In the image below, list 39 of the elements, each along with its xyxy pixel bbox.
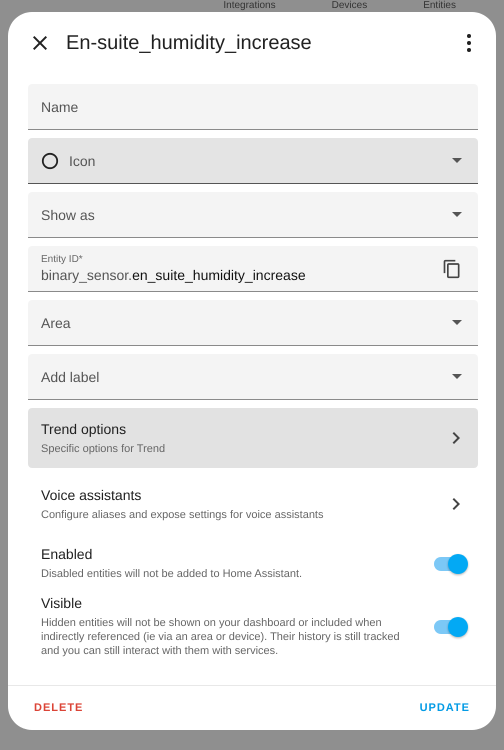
toggle-switch[interactable] bbox=[434, 620, 466, 634]
toggle-switch[interactable] bbox=[434, 556, 466, 570]
settings-row[interactable]: Voice assistants Configure aliases and expose settings for voice assistants bbox=[28, 476, 478, 532]
input-field[interactable]: Name bbox=[28, 84, 478, 130]
row-title: Trend options bbox=[41, 420, 128, 436]
background-tab-label: Integrations bbox=[223, 0, 276, 12]
background-tab-label: Entities bbox=[423, 0, 456, 12]
field-label: Name bbox=[41, 98, 80, 114]
more-icon[interactable] bbox=[466, 34, 472, 52]
row-title: Voice assistants bbox=[41, 486, 142, 502]
input-field[interactable]: Add label bbox=[28, 354, 478, 400]
toggle-title: Visible bbox=[41, 595, 83, 611]
field-label: Area bbox=[41, 314, 72, 330]
delete-button[interactable]: DELETE bbox=[18, 694, 100, 722]
dropdown-caret-icon bbox=[452, 374, 462, 379]
field-label: Add label bbox=[41, 368, 100, 384]
chevron-right-icon bbox=[452, 432, 460, 444]
field-label: Icon bbox=[69, 152, 96, 168]
dropdown-caret-icon bbox=[452, 212, 462, 217]
settings-row[interactable]: Trend options Specific options for Trend bbox=[28, 408, 478, 468]
copy-icon[interactable] bbox=[442, 258, 462, 278]
field-label: Show as bbox=[41, 206, 96, 222]
input-field[interactable]: Entity ID* binary_sensor.en_suite_humidity_increase bbox=[28, 246, 478, 292]
dropdown-caret-icon bbox=[452, 158, 462, 163]
dialog-title: En-suite_humidity_increase bbox=[66, 32, 313, 54]
input-field[interactable]: Icon bbox=[28, 138, 478, 184]
field-label: Entity ID* bbox=[41, 254, 84, 265]
circle-icon bbox=[41, 152, 59, 170]
input-field[interactable]: Area bbox=[28, 300, 478, 346]
toggle-description: Disabled entities will not be added to Home Assistant. bbox=[41, 567, 304, 581]
row-subtitle: Configure aliases and expose settings for voice assistants bbox=[41, 508, 324, 522]
row-subtitle: Specific options for Trend bbox=[41, 442, 166, 456]
field-value: binary_sensor.en_suite_humidity_increase bbox=[41, 267, 307, 283]
input-field[interactable]: Show as bbox=[28, 192, 478, 238]
background-tab-label: Devices bbox=[332, 0, 368, 12]
toggle-title: Enabled bbox=[41, 546, 94, 562]
chevron-right-icon bbox=[452, 498, 460, 510]
toggle-description: Hidden entities will not be shown on your dashboard or included when indirectly referenced (ie via an area or device). Their history is still tracked and you can still interact with them with services. bbox=[41, 616, 401, 658]
dropdown-caret-icon bbox=[452, 320, 462, 325]
